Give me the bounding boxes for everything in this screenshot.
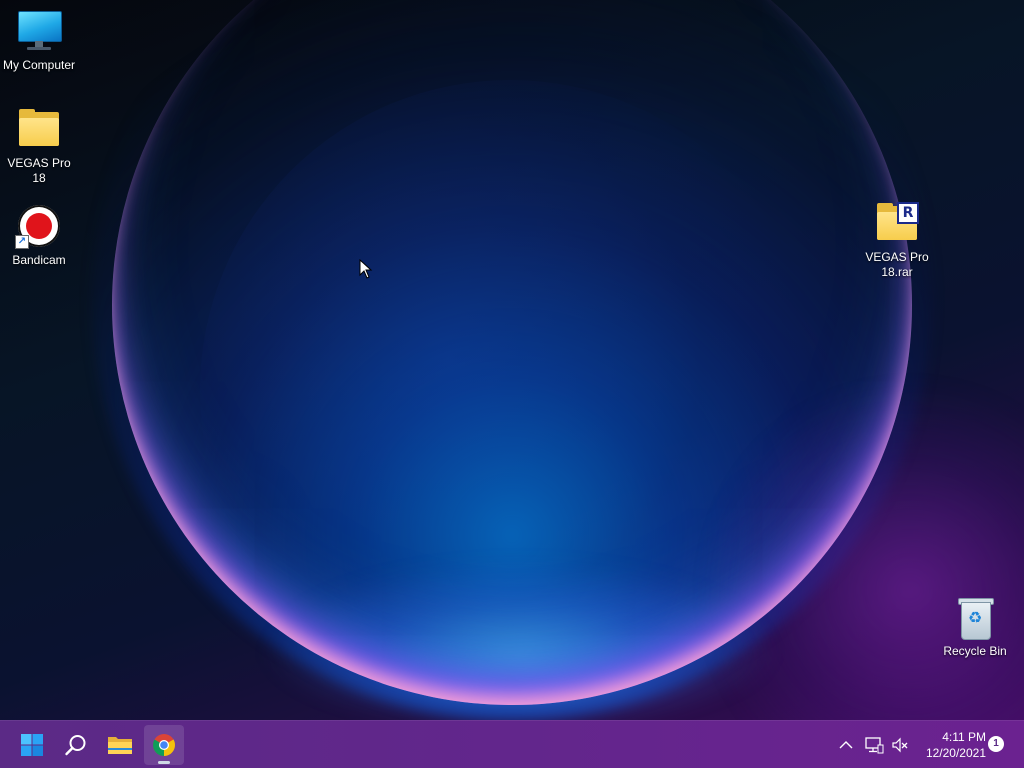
mouse-cursor-icon bbox=[359, 259, 373, 279]
notification-badge[interactable]: 1 bbox=[988, 736, 1004, 752]
search-button[interactable] bbox=[56, 725, 96, 765]
recycle-symbol-icon: ♻ bbox=[967, 610, 983, 627]
shortcut-arrow-icon: ↗ bbox=[15, 235, 29, 249]
windows-start-icon bbox=[21, 734, 43, 756]
search-icon bbox=[65, 735, 86, 756]
chrome-icon bbox=[153, 734, 175, 756]
recycle-bin-icon: ♻ bbox=[951, 596, 999, 640]
show-hidden-icons-button[interactable] bbox=[836, 721, 856, 768]
active-indicator bbox=[158, 761, 170, 764]
wallpaper-bloom bbox=[0, 0, 1024, 720]
clock[interactable]: 4:11 PM 12/20/2021 bbox=[916, 729, 986, 761]
folder-icon bbox=[15, 108, 63, 152]
rar-archive-icon: R bbox=[873, 202, 921, 246]
desktop[interactable]: My Computer VEGAS Pro 18 ↗ Bandicam R VE… bbox=[0, 0, 1024, 768]
rar-badge: R bbox=[897, 202, 919, 224]
file-explorer-icon bbox=[108, 737, 132, 754]
chrome-button[interactable] bbox=[144, 725, 184, 765]
clock-time: 4:11 PM bbox=[942, 730, 986, 744]
monitor-icon bbox=[15, 10, 63, 54]
chevron-up-icon bbox=[839, 741, 853, 749]
desktop-icon-label: VEGAS Pro 18 bbox=[7, 156, 71, 185]
taskbar: 4:11 PM 12/20/2021 bbox=[0, 720, 1024, 768]
file-explorer-button[interactable] bbox=[100, 725, 140, 765]
network-icon bbox=[865, 737, 884, 754]
network-button[interactable] bbox=[862, 721, 886, 768]
desktop-icon-label: Recycle Bin bbox=[943, 644, 1007, 658]
volume-muted-icon bbox=[892, 737, 908, 753]
desktop-icon-label: My Computer bbox=[2, 58, 76, 72]
desktop-icon-bandicam[interactable]: ↗ Bandicam bbox=[0, 205, 78, 268]
desktop-icon-vegas-folder[interactable]: VEGAS Pro 18 bbox=[0, 108, 78, 186]
desktop-icon-label: Bandicam bbox=[12, 253, 66, 267]
start-button[interactable] bbox=[12, 725, 52, 765]
desktop-icon-label: VEGAS Pro 18.rar bbox=[865, 250, 929, 279]
record-icon: ↗ bbox=[15, 205, 63, 249]
desktop-icon-recycle-bin[interactable]: ♻ Recycle Bin bbox=[936, 596, 1014, 659]
desktop-icon-my-computer[interactable]: My Computer bbox=[0, 10, 78, 73]
clock-date: 12/20/2021 bbox=[925, 746, 986, 760]
volume-button[interactable] bbox=[888, 721, 912, 768]
desktop-icon-vegas-rar[interactable]: R VEGAS Pro 18.rar bbox=[857, 202, 937, 280]
